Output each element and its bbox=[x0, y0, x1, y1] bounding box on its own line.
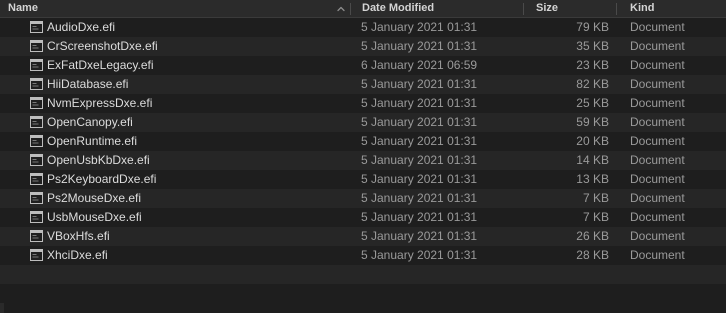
file-size: 13 KB bbox=[576, 172, 609, 186]
file-row[interactable]: XhciDxe.efi 5 January 2021 01:31 28 KB Docu… bbox=[0, 246, 726, 265]
file-kind: Document bbox=[630, 77, 685, 91]
file-name: HiiDatabase.efi bbox=[47, 77, 129, 91]
document-icon bbox=[30, 21, 43, 33]
file-kind: Document bbox=[630, 248, 685, 262]
file-name: AudioDxe.efi bbox=[47, 20, 116, 34]
file-row[interactable]: Ps2MouseDxe.efi 5 January 2021 01:31 7 KB D… bbox=[0, 189, 726, 208]
file-list: AudioDxe.efi 5 January 2021 01:31 79 KB Doc… bbox=[0, 18, 726, 313]
file-name: Ps2MouseDxe.efi bbox=[47, 191, 142, 205]
empty-row bbox=[0, 265, 726, 284]
file-kind: Document bbox=[630, 134, 685, 148]
file-row[interactable]: VBoxHfs.efi 5 January 2021 01:31 26 KB Docu… bbox=[0, 227, 726, 246]
file-date-modified: 5 January 2021 01:31 bbox=[361, 210, 478, 224]
file-size: 20 KB bbox=[576, 134, 609, 148]
file-kind: Document bbox=[630, 58, 685, 72]
file-row[interactable]: ExFatDxeLegacy.efi 6 January 2021 06:59 23… bbox=[0, 56, 726, 75]
document-icon bbox=[30, 192, 43, 204]
column-header-date-modified[interactable]: Date Modified bbox=[351, 0, 523, 18]
file-date-modified: 6 January 2021 06:59 bbox=[361, 58, 478, 72]
document-icon bbox=[30, 173, 43, 185]
file-kind: Document bbox=[630, 115, 685, 129]
file-date-modified: 5 January 2021 01:31 bbox=[361, 115, 478, 129]
column-header-bar: Name Date Modified Size Kind bbox=[0, 0, 726, 18]
file-date-modified: 5 January 2021 01:31 bbox=[361, 229, 478, 243]
file-size: 7 KB bbox=[582, 191, 609, 205]
document-icon bbox=[30, 154, 43, 166]
file-row[interactable]: CrScreenshotDxe.efi 5 January 2021 01:31 3… bbox=[0, 37, 726, 56]
file-name: OpenCanopy.efi bbox=[47, 115, 133, 129]
file-kind: Document bbox=[630, 153, 685, 167]
file-size: 14 KB bbox=[576, 153, 609, 167]
file-size: 26 KB bbox=[576, 229, 609, 243]
file-date-modified: 5 January 2021 01:31 bbox=[361, 134, 478, 148]
file-row[interactable]: UsbMouseDxe.efi 5 January 2021 01:31 7 KB D… bbox=[0, 208, 726, 227]
file-row[interactable]: HiiDatabase.efi 5 January 2021 01:31 82 KB… bbox=[0, 75, 726, 94]
file-kind: Document bbox=[630, 210, 685, 224]
file-name: VBoxHfs.efi bbox=[47, 229, 110, 243]
document-icon bbox=[30, 116, 43, 128]
document-icon bbox=[30, 78, 43, 90]
file-row[interactable]: OpenCanopy.efi 5 January 2021 01:31 59 KB D… bbox=[0, 113, 726, 132]
file-size: 35 KB bbox=[576, 39, 609, 53]
file-size: 82 KB bbox=[576, 77, 609, 91]
file-date-modified: 5 January 2021 01:31 bbox=[361, 248, 478, 262]
file-size: 7 KB bbox=[582, 210, 609, 224]
empty-row bbox=[0, 284, 726, 303]
file-date-modified: 5 January 2021 01:31 bbox=[361, 172, 478, 186]
file-name: UsbMouseDxe.efi bbox=[47, 210, 142, 224]
document-icon bbox=[30, 211, 43, 223]
file-name: XhciDxe.efi bbox=[47, 248, 108, 262]
file-kind: Document bbox=[630, 39, 685, 53]
file-kind: Document bbox=[630, 96, 685, 110]
document-icon bbox=[30, 230, 43, 242]
file-row[interactable]: NvmExpressDxe.efi 5 January 2021 01:31 25 … bbox=[0, 94, 726, 113]
document-icon bbox=[30, 40, 43, 52]
file-size: 79 KB bbox=[576, 20, 609, 34]
file-size: 28 KB bbox=[576, 248, 609, 262]
file-name: OpenRuntime.efi bbox=[47, 134, 138, 148]
document-icon bbox=[30, 97, 43, 109]
file-kind: Document bbox=[630, 229, 685, 243]
file-row[interactable]: Ps2KeyboardDxe.efi 5 January 2021 01:31 13… bbox=[0, 170, 726, 189]
chevron-up-icon bbox=[337, 6, 345, 12]
column-header-name[interactable]: Name bbox=[0, 0, 350, 18]
file-row[interactable]: OpenRuntime.efi 5 January 2021 01:31 20 KB… bbox=[0, 132, 726, 151]
document-icon bbox=[30, 59, 43, 71]
file-date-modified: 5 January 2021 01:31 bbox=[361, 39, 478, 53]
column-header-size[interactable]: Size bbox=[524, 0, 616, 18]
file-date-modified: 5 January 2021 01:31 bbox=[361, 191, 478, 205]
file-name: OpenUsbKbDxe.efi bbox=[47, 153, 150, 167]
file-kind: Document bbox=[630, 20, 685, 34]
file-kind: Document bbox=[630, 172, 685, 186]
file-row[interactable]: OpenUsbKbDxe.efi 5 January 2021 01:31 14 K… bbox=[0, 151, 726, 170]
file-kind: Document bbox=[630, 191, 685, 205]
file-size: 59 KB bbox=[576, 115, 609, 129]
file-row[interactable]: AudioDxe.efi 5 January 2021 01:31 79 KB Doc… bbox=[0, 18, 726, 37]
file-date-modified: 5 January 2021 01:31 bbox=[361, 20, 478, 34]
file-size: 25 KB bbox=[576, 96, 609, 110]
column-header-kind[interactable]: Kind bbox=[617, 0, 726, 18]
file-name: Ps2KeyboardDxe.efi bbox=[47, 172, 157, 186]
file-date-modified: 5 January 2021 01:31 bbox=[361, 77, 478, 91]
file-name: CrScreenshotDxe.efi bbox=[47, 39, 158, 53]
file-size: 23 KB bbox=[576, 58, 609, 72]
file-date-modified: 5 January 2021 01:31 bbox=[361, 153, 478, 167]
document-icon bbox=[30, 249, 43, 261]
file-date-modified: 5 January 2021 01:31 bbox=[361, 96, 478, 110]
document-icon bbox=[30, 135, 43, 147]
file-name: NvmExpressDxe.efi bbox=[47, 96, 153, 110]
finder-list-view: Name Date Modified Size Kind AudioDxe.ef… bbox=[0, 0, 726, 313]
file-name: ExFatDxeLegacy.efi bbox=[47, 58, 154, 72]
